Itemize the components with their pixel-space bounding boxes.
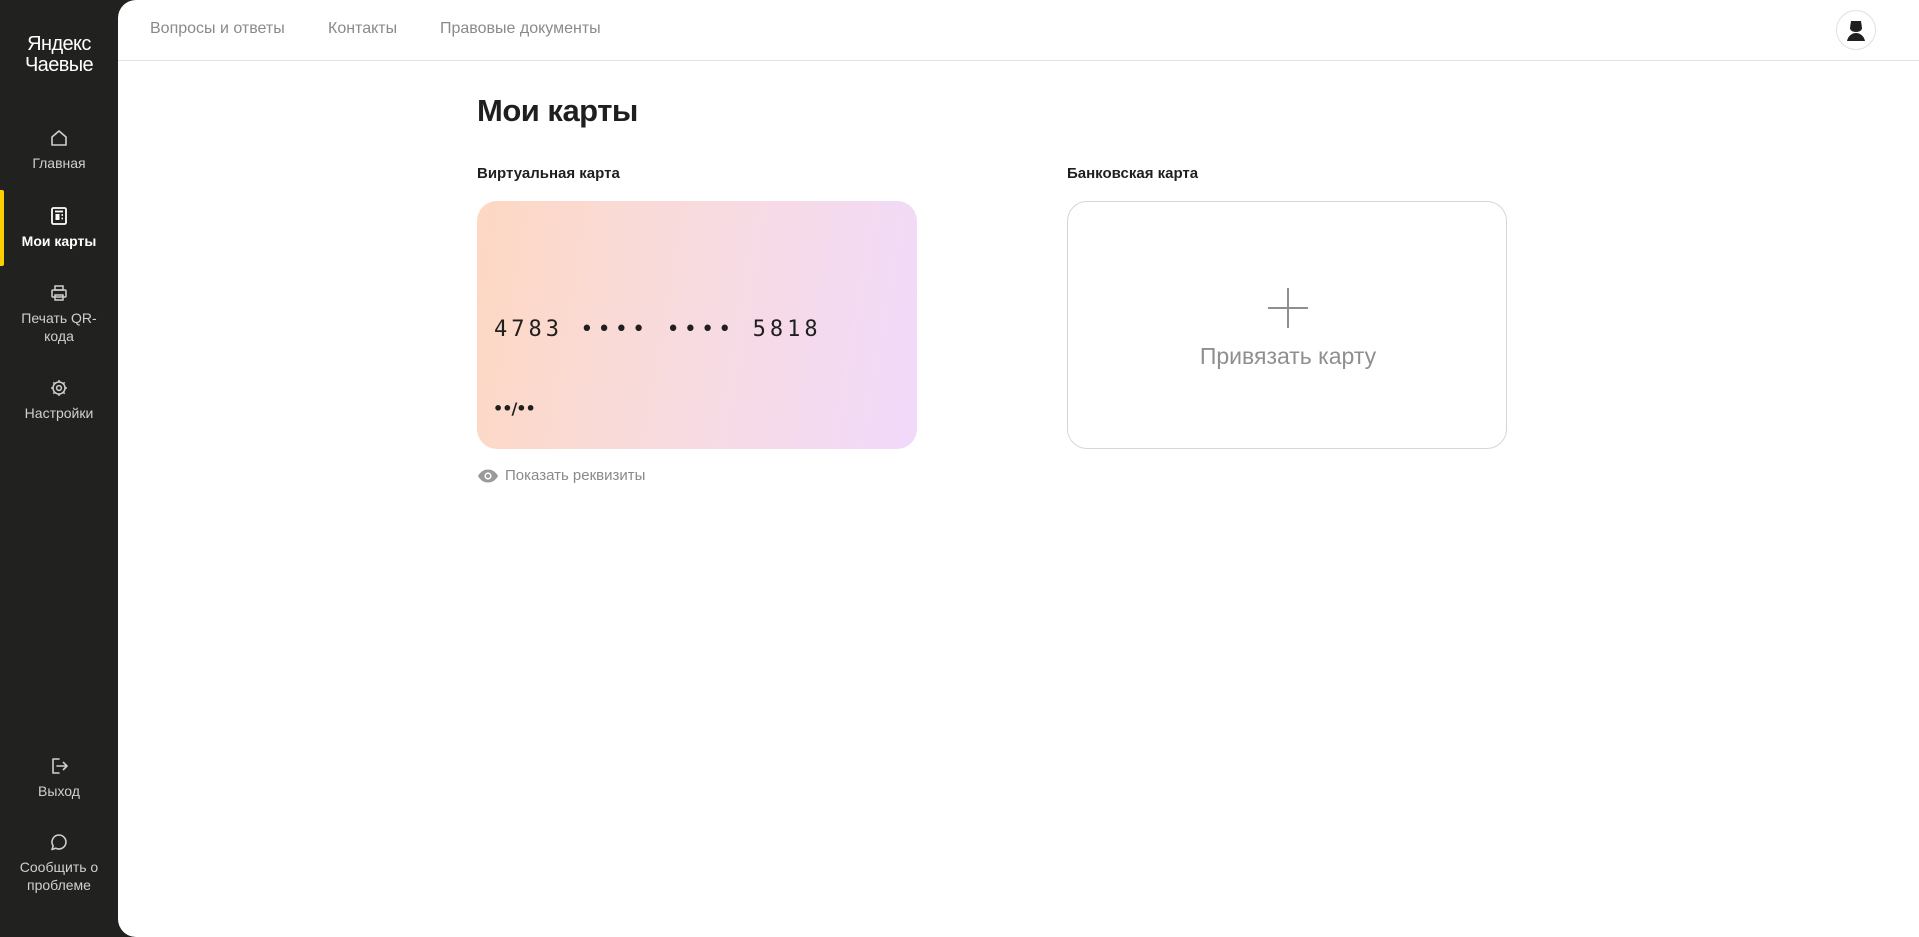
sidebar-item-settings[interactable]: Настройки: [0, 377, 118, 422]
nav-link-contacts[interactable]: Контакты: [328, 20, 397, 38]
bank-card-label: Банковская карта: [1067, 165, 1199, 182]
virtual-card-label: Виртуальная карта: [477, 165, 620, 182]
card-number: 4783 •••• •••• 5818: [494, 317, 822, 342]
card-icon: [48, 205, 70, 227]
sidebar-item-label: Настройки: [24, 405, 94, 421]
sidebar: Яндекс Чаевые Главная Мои карты Печать Q…: [0, 0, 118, 937]
nav-link-legal-documents[interactable]: Правовые документы: [440, 20, 601, 38]
main-panel: Вопросы и ответы Контакты Правовые докум…: [118, 0, 1919, 937]
user-avatar-icon: [1847, 21, 1865, 41]
card-expiry: ••/••: [493, 399, 536, 418]
sidebar-item-home[interactable]: Главная: [0, 127, 118, 172]
app-root: Яндекс Чаевые Главная Мои карты Печать Q…: [0, 0, 1919, 937]
show-details-button[interactable]: Показать реквизиты: [477, 467, 645, 484]
sidebar-item-logout[interactable]: Выход: [0, 755, 118, 800]
show-details-label: Показать реквизиты: [505, 467, 646, 484]
sidebar-item-report-problem[interactable]: Сообщить о проблеме: [0, 831, 118, 894]
top-navigation: Вопросы и ответы Контакты Правовые докум…: [118, 0, 1919, 61]
home-icon: [48, 127, 70, 149]
sidebar-item-print-qr[interactable]: Печать QR-кода: [0, 282, 118, 345]
sidebar-item-my-cards[interactable]: Мои карты: [0, 190, 118, 266]
sidebar-item-label: Выход: [38, 783, 80, 799]
nav-link-faq[interactable]: Вопросы и ответы: [150, 20, 285, 38]
plus-icon: [1266, 286, 1310, 330]
sidebar-item-label: Сообщить о проблеме: [19, 859, 99, 893]
eye-icon: [478, 469, 498, 482]
logo-line-1: Яндекс: [27, 33, 91, 55]
app-logo[interactable]: Яндекс Чаевые: [0, 34, 118, 76]
logout-icon: [48, 755, 70, 777]
user-avatar-button[interactable]: [1836, 10, 1876, 50]
sidebar-item-label: Главная: [32, 155, 86, 171]
logo-line-2: Чаевые: [24, 54, 94, 76]
add-card-label: Привязать карту: [1199, 343, 1377, 369]
virtual-card[interactable]: 4783 •••• •••• 5818 ••/••: [477, 201, 917, 449]
sidebar-item-label: Мои карты: [21, 233, 97, 249]
chat-bubble-icon: [48, 831, 70, 853]
add-bank-card-button[interactable]: Привязать карту: [1067, 201, 1507, 449]
sidebar-item-label: Печать QR-кода: [21, 310, 97, 344]
page-title: Мои карты: [477, 93, 638, 128]
printer-icon: [48, 282, 70, 304]
gear-icon: [48, 377, 70, 399]
